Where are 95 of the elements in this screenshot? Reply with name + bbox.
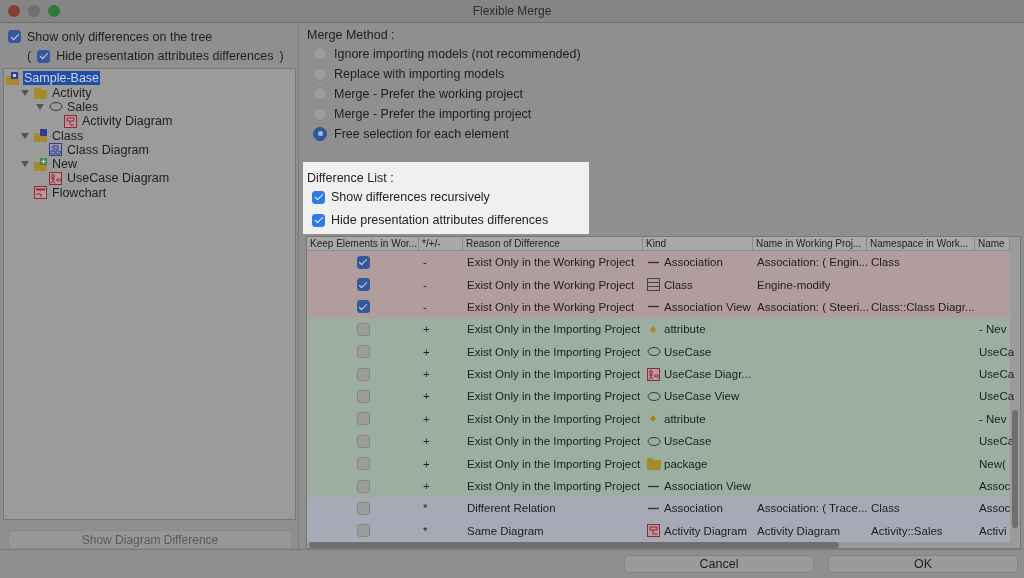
column-header[interactable]: Kind [643, 236, 753, 250]
bracket: ( [27, 49, 32, 64]
table-row[interactable]: + Exist Only in the Importing Project attribute - Nev [307, 318, 1010, 341]
table-cell: Exist Only in the Importing Project [467, 390, 641, 403]
table-cell: Exist Only in the Importing Project [467, 323, 641, 336]
table-cell: Exist Only in the Working Project [467, 256, 635, 269]
section-title: Difference List : [307, 170, 394, 185]
table-row[interactable]: + Exist Only in the Importing Project package New( [307, 452, 1010, 475]
table-cell: UseCase [664, 435, 712, 448]
table-cell: + [423, 480, 430, 492]
table-cell: + [423, 457, 430, 470]
ok-button[interactable]: OK [828, 555, 1018, 573]
table-cell: Activi [979, 524, 1007, 537]
table-cell: Exist Only in the Importing Project [467, 480, 641, 492]
table-cell: * [423, 524, 428, 537]
table-cell: Activity Diagram [757, 524, 841, 537]
table-cell: Different Relation [467, 502, 556, 515]
cancel-button[interactable]: Cancel [624, 555, 814, 573]
column-header[interactable]: Keep Elements in Wor... [307, 236, 419, 250]
table-cell: Association: ( Steeri... [757, 300, 869, 313]
table-row[interactable]: - Exist Only in the Working Project Association View Association: ( Steeri... Class::Class Diagr... [307, 295, 1010, 319]
table-cell: Association [664, 502, 723, 515]
radio-label: Replace with importing models [334, 66, 505, 81]
tree-item[interactable]: Class [51, 128, 85, 143]
table-cell: New( [979, 457, 1006, 470]
table-cell: + [423, 435, 430, 448]
checkbox-label: Hide presentation attributes differences [331, 213, 549, 228]
table-cell: Class [871, 256, 900, 269]
table-cell: Engine-modify [757, 278, 831, 291]
table-cell: Association View [664, 480, 751, 492]
column-header[interactable]: Namespace in Work... [867, 236, 975, 250]
table-cell: UseCase View [664, 390, 740, 403]
table-row[interactable]: - Exist Only in the Working Project Class Engine-modify [307, 273, 1010, 296]
tree-item[interactable]: Class Diagram [66, 142, 150, 157]
radio-label: Merge - Prefer the importing project [334, 106, 532, 121]
table-cell: Class [664, 278, 693, 291]
table-cell: + [423, 345, 430, 358]
table-cell: Same Diagram [467, 524, 544, 537]
table-cell: Class [871, 502, 900, 515]
table-cell: - [423, 300, 427, 313]
radio-label: Free selection for each element [334, 126, 510, 141]
table-cell: - [423, 278, 427, 291]
tree-item[interactable]: Sample-Base [23, 71, 101, 86]
table-cell: Association [664, 256, 723, 269]
table-cell: attribute [664, 412, 706, 425]
table-cell: Exist Only in the Importing Project [467, 345, 641, 358]
table-cell: * [423, 502, 428, 515]
bracket: ) [279, 49, 284, 64]
table-cell: Class::Class Diagr... [871, 300, 975, 313]
table-cell: attribute [664, 323, 706, 336]
column-header[interactable]: Name [975, 236, 1010, 250]
table-cell: Activity Diagram [664, 524, 748, 537]
tree-item[interactable]: UseCase Diagram [66, 171, 171, 186]
tree-item[interactable]: Activity Diagram [81, 114, 174, 129]
table-cell: - [423, 256, 427, 269]
radio-label: Merge - Prefer the working project [334, 86, 523, 101]
table-cell: Assoc [979, 480, 1011, 492]
table-cell: - Nev [979, 323, 1007, 336]
table-cell: Association: ( Engin... [757, 256, 869, 269]
table-row[interactable]: - Exist Only in the Working Project Association Association: ( Engin... Class [307, 250, 1010, 274]
tree-item[interactable]: New [51, 157, 78, 172]
table-cell: Exist Only in the Importing Project [467, 412, 641, 425]
table-cell: Exist Only in the Importing Project [467, 457, 641, 470]
table-cell: UseCase [664, 345, 712, 358]
table-cell: Association View [664, 300, 751, 313]
checkbox-label: Hide presentation attributes differences [56, 49, 274, 64]
table-cell: package [664, 457, 708, 470]
table-cell: Association: ( Trace... [757, 502, 868, 515]
table-cell: Assoc [979, 502, 1011, 515]
tree-item[interactable]: Flowchart [51, 185, 108, 200]
table-cell: + [423, 390, 430, 403]
table-cell: + [423, 368, 430, 381]
table-cell: Exist Only in the Importing Project [467, 435, 641, 448]
table-cell: UseCase Diagr... [664, 368, 751, 381]
column-header[interactable]: Name in Working Proj... [753, 236, 867, 250]
tree-item[interactable]: Sales [66, 99, 100, 114]
table-cell: + [423, 412, 430, 425]
table-cell: Exist Only in the Importing Project [467, 368, 641, 381]
checkbox-label: Show only differences on the tree [27, 29, 213, 44]
table-cell: - Nev [979, 412, 1007, 425]
table-cell: + [423, 323, 430, 336]
window-title: Flexible Merge [472, 4, 552, 18]
table-cell: Exist Only in the Working Project [467, 300, 635, 313]
tree-item[interactable]: Activity [51, 85, 93, 100]
table-row[interactable]: * Same Diagram Activity Diagram Activity Diagram Activity::Sales Activi [307, 519, 1010, 542]
column-header[interactable]: Reason of Difference [463, 236, 643, 250]
column-header[interactable]: */+/- [419, 236, 463, 250]
table-cell: Activity::Sales [871, 524, 943, 537]
table-row[interactable]: * Different Relation Association Association: ( Trace... Class Assoc [307, 497, 1010, 520]
radio-label: Ignore importing models (not recommended) [334, 46, 581, 61]
section-title: Merge Method : [306, 26, 396, 44]
table-cell: Exist Only in the Working Project [467, 278, 635, 291]
table-row[interactable]: + Exist Only in the Importing Project Association View Assoc [307, 474, 1010, 498]
checkbox-label: Show differences recursively [331, 190, 490, 205]
table-row[interactable]: + Exist Only in the Importing Project attribute - Nev [307, 407, 1010, 431]
